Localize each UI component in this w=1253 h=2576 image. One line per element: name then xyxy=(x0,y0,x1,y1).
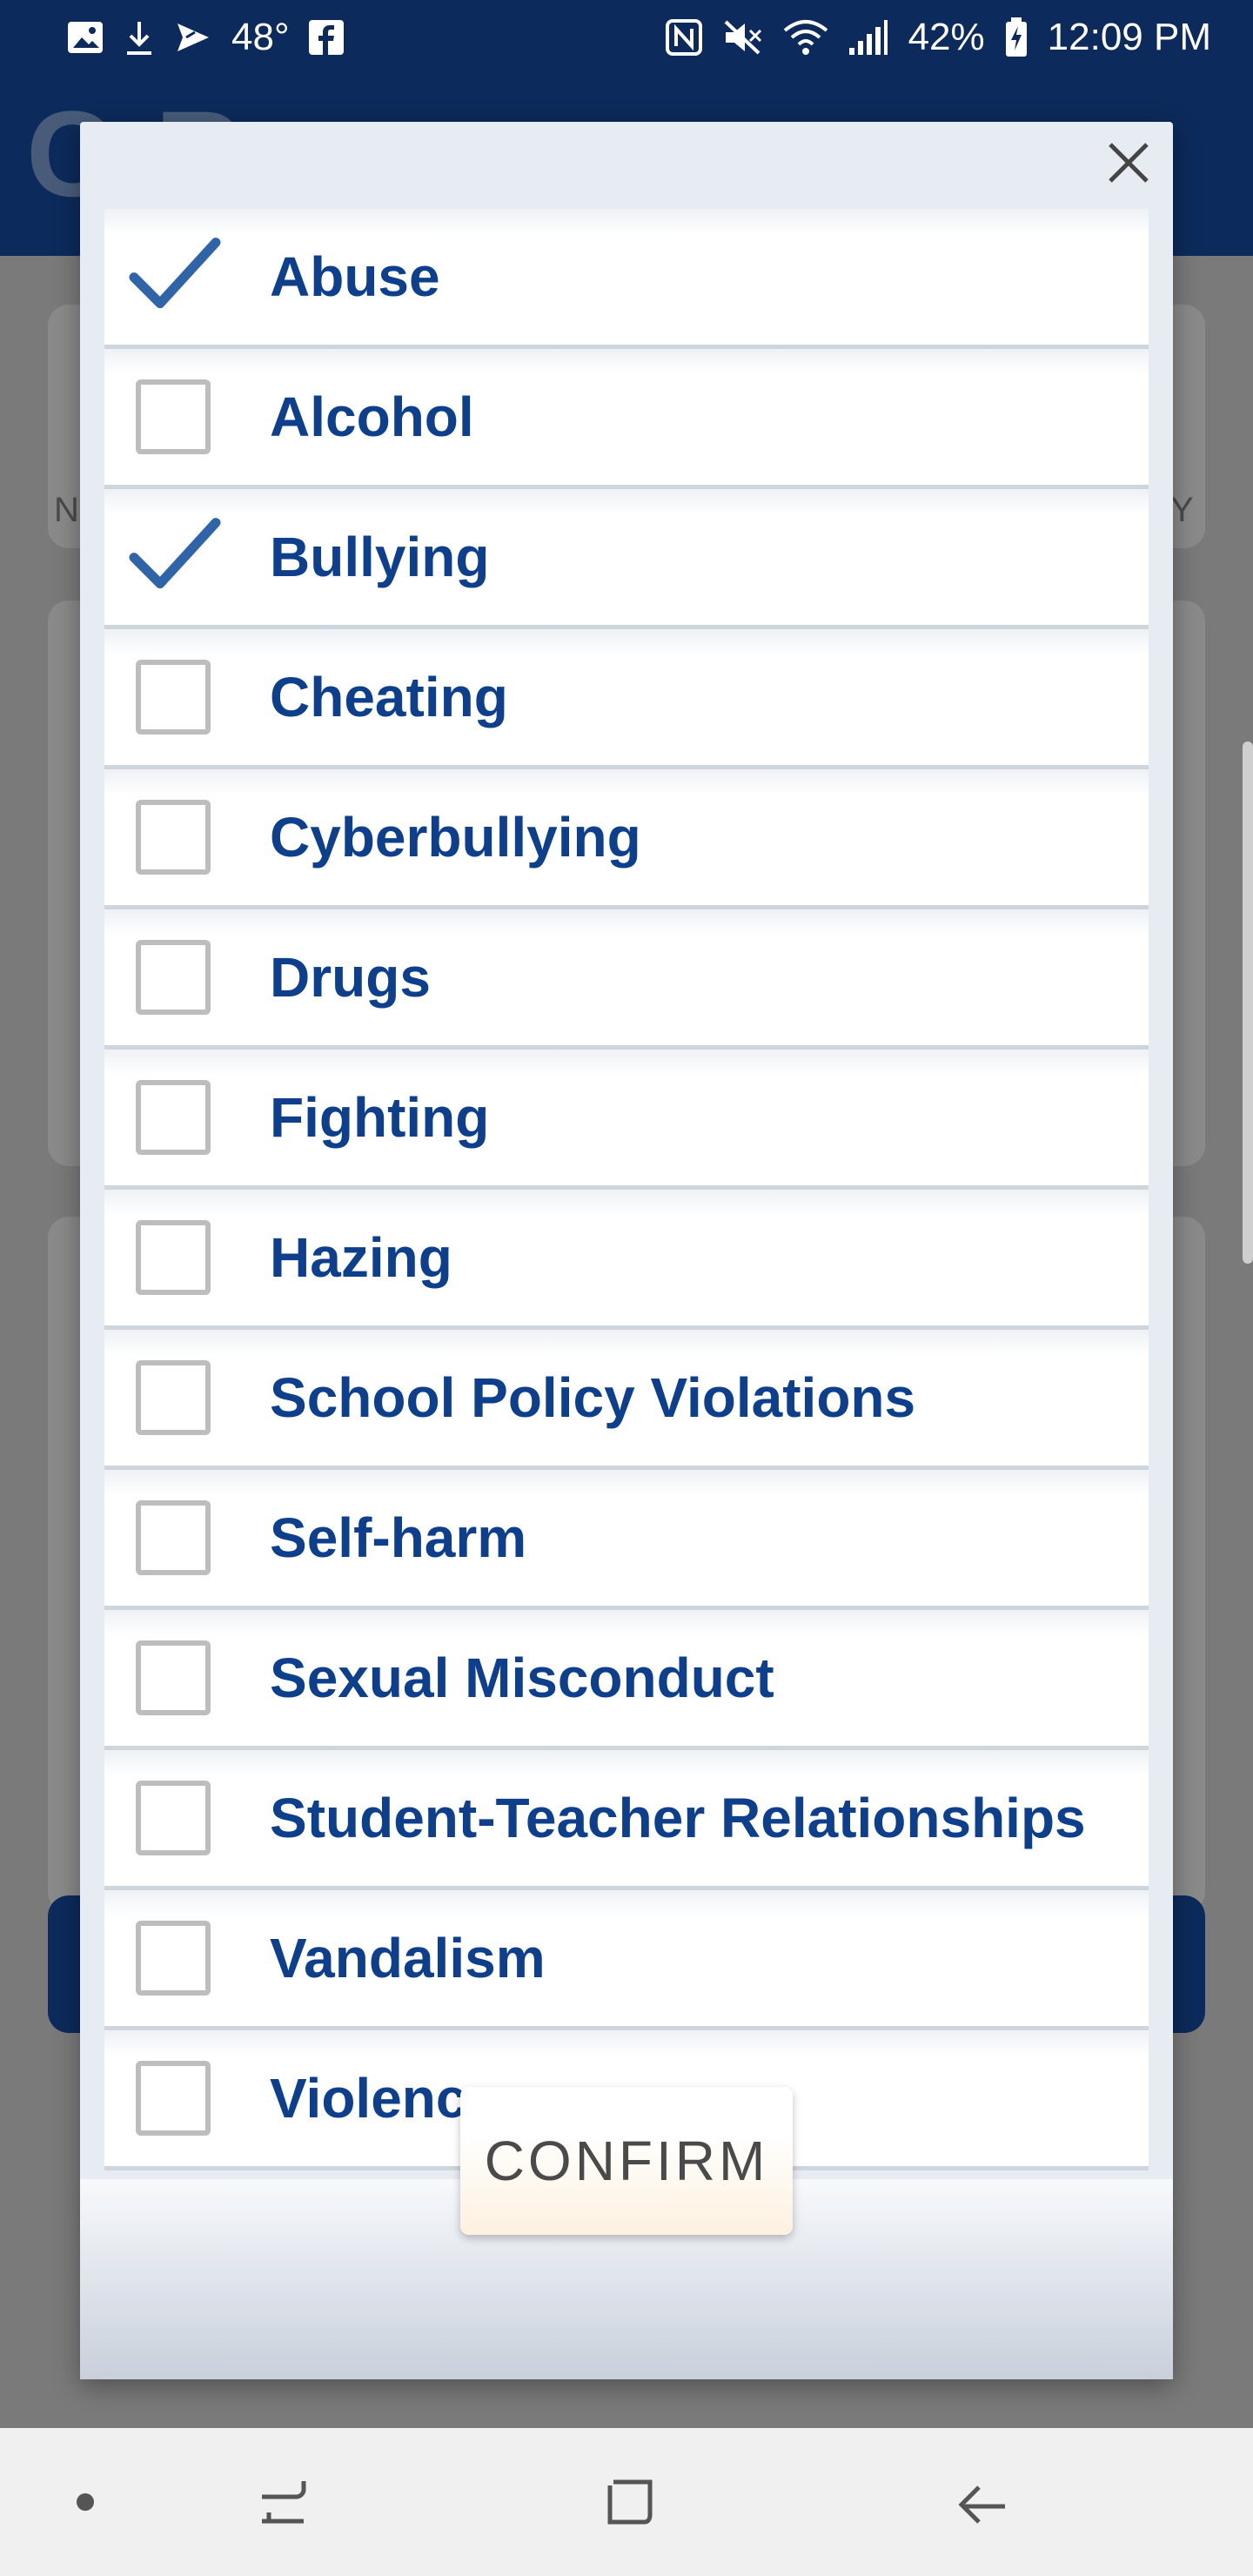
item-label: Drugs xyxy=(270,946,431,1009)
checkbox[interactable] xyxy=(136,379,211,454)
list-item[interactable]: Vandalism xyxy=(104,1890,1149,2030)
item-label: Student-Teacher Relationships xyxy=(270,1787,1086,1849)
item-label: School Policy Violations xyxy=(270,1366,916,1429)
list-item[interactable]: Fighting xyxy=(104,1050,1149,1190)
item-label: Alcohol xyxy=(270,386,474,448)
nfc-icon xyxy=(665,18,703,57)
checkbox[interactable] xyxy=(136,1360,211,1435)
item-label: Cyberbullying xyxy=(270,806,641,869)
status-bar: 48° 42% 12:09 PM xyxy=(0,0,1253,75)
list-item[interactable]: Drugs xyxy=(104,909,1149,1050)
clock: 12:09 PM xyxy=(1047,16,1211,58)
list-item[interactable]: Abuse xyxy=(104,209,1149,349)
category-list[interactable]: Abuse Alcohol Bullying Cheating Cyberbullyin… xyxy=(104,209,1149,2301)
checkbox[interactable] xyxy=(136,800,211,875)
battery-percent: 42% xyxy=(908,16,985,58)
list-item[interactable]: Cheating xyxy=(104,629,1149,769)
item-label: Cheating xyxy=(270,666,508,728)
temperature: 48° xyxy=(231,16,290,58)
item-label: Self-harm xyxy=(270,1506,527,1569)
back-icon[interactable] xyxy=(956,2475,1010,2529)
mute-icon xyxy=(722,18,764,57)
checkbox[interactable] xyxy=(136,1500,211,1575)
close-button[interactable] xyxy=(1096,132,1161,197)
scrollbar xyxy=(1243,741,1253,1264)
list-item[interactable]: School Policy Violations xyxy=(104,1330,1149,1470)
checkbox[interactable] xyxy=(136,940,211,1015)
list-item[interactable]: Bullying xyxy=(104,489,1149,629)
facebook-icon xyxy=(308,20,344,55)
item-label: Abuse xyxy=(270,245,440,308)
checkmark-icon xyxy=(127,514,223,597)
item-label: Fighting xyxy=(270,1086,490,1149)
signal-icon xyxy=(848,18,889,57)
list-item[interactable]: Alcohol xyxy=(104,349,1149,489)
background-label: Y xyxy=(1170,491,1194,529)
confirm-button[interactable]: CONFIRM xyxy=(460,2087,793,2235)
checkbox[interactable] xyxy=(136,1220,211,1295)
wifi-icon xyxy=(783,18,828,57)
checkbox[interactable] xyxy=(136,1080,211,1155)
download-icon xyxy=(124,18,155,57)
item-label: Bullying xyxy=(270,526,490,588)
recent-apps-icon[interactable] xyxy=(257,2478,311,2526)
list-item[interactable]: Cyberbullying xyxy=(104,769,1149,909)
checkmark-icon xyxy=(127,234,223,317)
send-icon xyxy=(174,20,212,55)
category-modal: Abuse Alcohol Bullying Cheating Cyberbullyin… xyxy=(80,122,1173,2379)
item-label: Vandalism xyxy=(270,1927,546,1989)
battery-charging-icon xyxy=(1004,17,1029,57)
image-icon xyxy=(66,20,104,55)
list-item[interactable]: Student-Teacher Relationships xyxy=(104,1750,1149,1890)
navigation-bar xyxy=(0,2428,1253,2576)
checkbox[interactable] xyxy=(136,660,211,735)
home-icon[interactable] xyxy=(605,2475,659,2529)
list-item[interactable]: Hazing xyxy=(104,1190,1149,1330)
list-item[interactable]: Self-harm xyxy=(104,1470,1149,1610)
background-label: N xyxy=(54,491,79,529)
checkbox[interactable] xyxy=(136,1921,211,1996)
checkbox[interactable] xyxy=(136,2061,211,2136)
close-icon xyxy=(1107,141,1150,189)
checkbox[interactable] xyxy=(136,1640,211,1715)
dot-icon[interactable] xyxy=(76,2492,95,2512)
checkbox[interactable] xyxy=(136,1781,211,1855)
list-item[interactable]: Sexual Misconduct xyxy=(104,1610,1149,1750)
item-label: Hazing xyxy=(270,1226,452,1289)
item-label: Sexual Misconduct xyxy=(270,1647,774,1709)
